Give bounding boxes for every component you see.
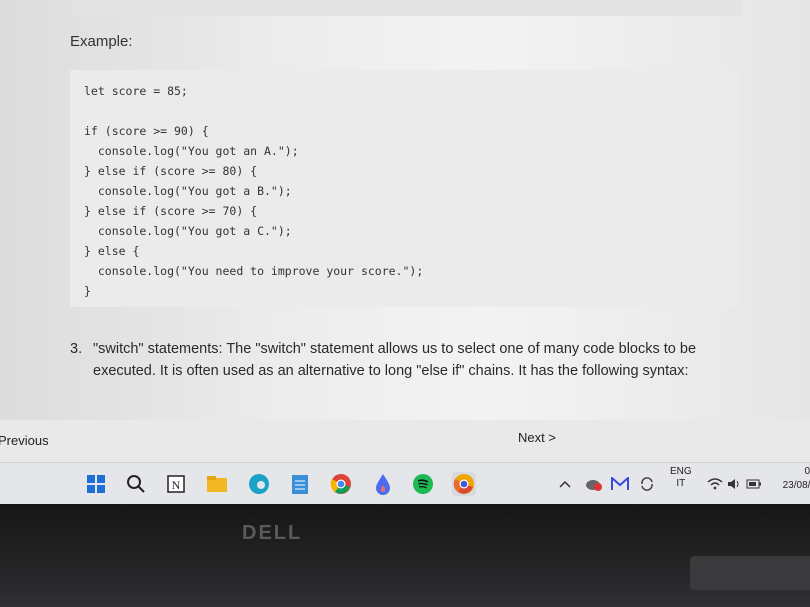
windows-start-icon[interactable] [84,472,108,496]
code-line: } [84,284,91,298]
code-line: console.log("You got a C."); [84,224,292,238]
region-code: IT [676,478,686,489]
search-icon[interactable] [124,472,148,496]
cloud-error-icon[interactable] [585,472,603,496]
screen: Example: let score = 85; if (score >= 90… [0,0,810,500]
chrome-canary-icon[interactable] [452,472,476,496]
list-text: "switch" statements: The "switch" statem… [93,341,697,379]
code-line: } else { [84,244,140,258]
chrome-icon[interactable] [329,472,353,496]
svg-text:N: N [172,478,181,492]
clock-time: 0 [804,466,810,477]
list-number: 3. [70,341,83,357]
code-line: } else if (score >= 80) { [84,164,258,178]
pagination-bar [0,420,810,464]
code-line: console.log("You need to improve your sc… [84,264,424,278]
clock[interactable]: 0 23/08/2 [776,466,810,492]
volume-icon[interactable] [725,472,743,496]
laptop-bezel [0,504,810,607]
code-line: if (score >= 90) { [84,124,209,138]
laptop-hinge [690,556,810,590]
sync-icon[interactable] [638,472,656,496]
battery-icon[interactable] [745,472,763,496]
dell-logo: DELL [242,522,303,544]
code-block: let score = 85; if (score >= 90) { conso… [70,70,740,307]
clock-date: 23/08/2 [782,480,810,491]
code-line: } else if (score >= 70) { [84,204,258,218]
code-line: let score = 85; [84,84,188,98]
mail-m-icon[interactable] [611,472,629,496]
edge-icon[interactable] [247,472,271,496]
code-line: console.log("You got an A."); [84,144,299,158]
file-explorer-icon[interactable] [205,472,229,496]
water-drop-icon[interactable] [371,472,395,496]
notion-icon[interactable]: N [164,472,188,496]
language-indicator[interactable]: ENG IT [670,466,692,490]
code-line: console.log("You got a B."); [84,184,292,198]
notepad-icon[interactable] [288,472,312,496]
top-strip [72,0,742,16]
spotify-icon[interactable] [411,472,435,496]
chevron-up-icon[interactable] [556,472,574,496]
example-label: Example: [70,33,133,50]
wifi-icon[interactable] [706,472,724,496]
previous-link[interactable]: Previous [0,433,49,448]
next-link[interactable]: Next > [518,430,556,445]
language-code: ENG [670,466,692,477]
